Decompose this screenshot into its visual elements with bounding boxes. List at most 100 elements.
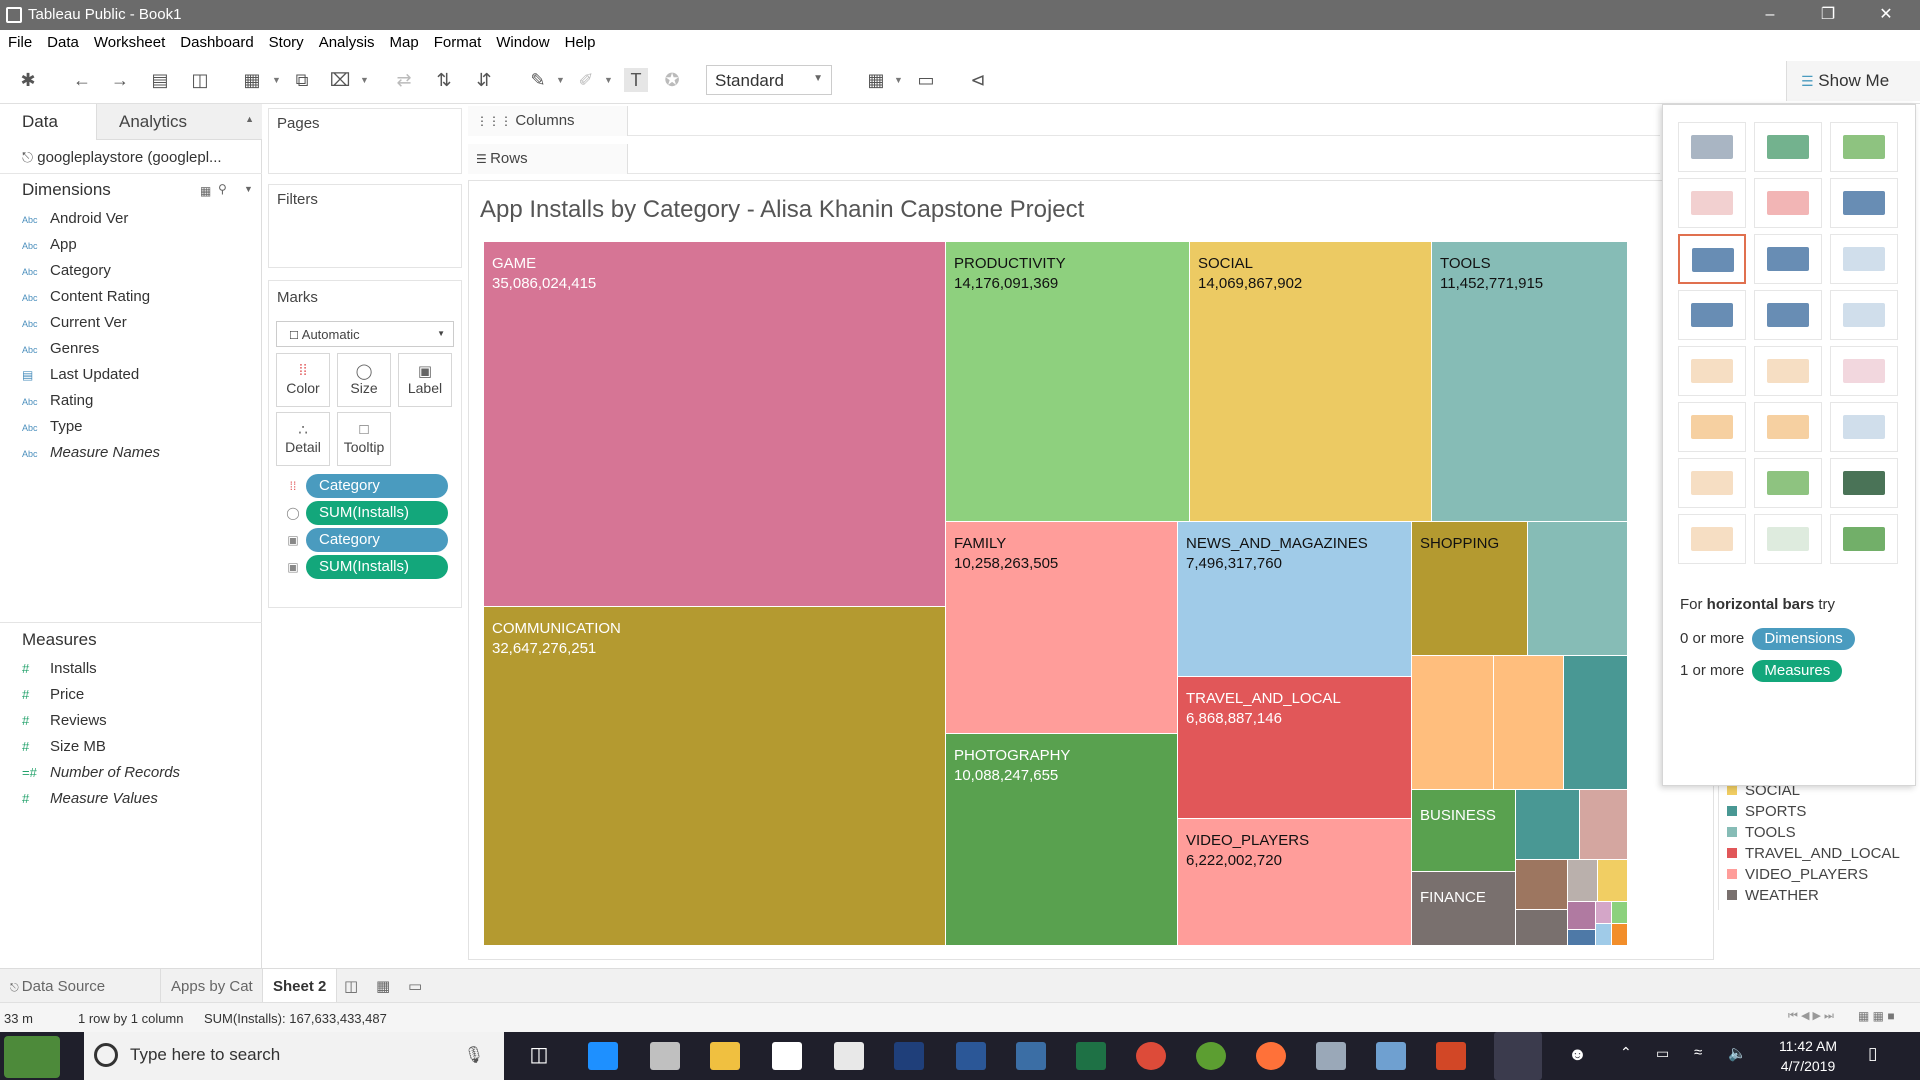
treemap-tile-small[interactable]	[1612, 902, 1628, 924]
treemap-tile-small[interactable]	[1516, 910, 1568, 946]
photos-icon[interactable]	[1316, 1042, 1346, 1070]
treemap-tile-game[interactable]: GAME 35,086,024,415	[484, 242, 946, 607]
measure-field[interactable]: # Price	[22, 686, 84, 712]
data-source-tab[interactable]: ⎋ Data Source	[0, 969, 115, 1003]
menu-story[interactable]: Story	[261, 30, 311, 51]
measure-field[interactable]: =# Number of Records	[22, 764, 180, 790]
show-labels-icon[interactable]: T	[624, 68, 648, 92]
people-icon[interactable]: ☻	[1568, 1044, 1587, 1065]
treemap-tile-family[interactable]: FAMILY 10,258,263,505	[946, 522, 1178, 734]
treemap-tile-news-and-magazines[interactable]: NEWS_AND_MAGAZINES 7,496,317,760	[1178, 522, 1412, 677]
show-me-heat-map[interactable]	[1754, 122, 1822, 172]
show-me-text-table[interactable]	[1678, 122, 1746, 172]
dimension-field[interactable]: Abc Rating	[22, 392, 93, 418]
tab-data[interactable]: Data	[0, 104, 96, 140]
label-button[interactable]: ▣ Label	[398, 353, 452, 407]
volume-icon[interactable]: 🔈	[1728, 1044, 1747, 1062]
treemap-tile-finance[interactable]: FINANCE	[1412, 872, 1516, 946]
clock[interactable]: 11:42 AM 4/7/2019	[1768, 1036, 1848, 1076]
menu-data[interactable]: Data	[39, 30, 86, 51]
clear-sheet-icon[interactable]: ⌧	[328, 68, 352, 92]
show-me-area-continuous[interactable]	[1678, 402, 1746, 452]
show-me-lines-discrete[interactable]	[1754, 346, 1822, 396]
show-me-box-and-whisker[interactable]	[1830, 458, 1898, 508]
show-me-circle-views[interactable]	[1754, 290, 1822, 340]
legend-item[interactable]: TOOLS	[1727, 824, 1796, 844]
measure-field[interactable]: # Measure Values	[22, 790, 158, 816]
undo-icon[interactable]: ←	[70, 68, 94, 92]
datasource-row[interactable]: ⎋ googleplaystore (googlepl...	[0, 140, 262, 174]
search-icon[interactable]: ⚲	[218, 182, 227, 196]
powerpoint-icon[interactable]	[1436, 1042, 1466, 1070]
treemap-tile-productivity[interactable]: PRODUCTIVITY 14,176,091,369	[946, 242, 1190, 522]
taskbar-search[interactable]: Type here to search 🎙	[84, 1032, 504, 1080]
task-view-icon[interactable]: ◫	[524, 1042, 554, 1070]
legend-item[interactable]: VIDEO_PLAYERS	[1727, 866, 1868, 886]
save-icon[interactable]: ▤	[148, 68, 172, 92]
pages-card[interactable]: Pages	[268, 108, 462, 174]
legend-item[interactable]: SPORTS	[1727, 803, 1806, 823]
restore-icon[interactable]: ❐	[1800, 0, 1856, 30]
group-members-icon[interactable]: ✐	[574, 68, 598, 92]
treemap-tile-small[interactable]	[1596, 924, 1612, 946]
chrome-icon[interactable]	[1136, 1042, 1166, 1070]
tableau-desktop-icon[interactable]	[1016, 1042, 1046, 1070]
show-me-scatter-plot[interactable]	[1678, 458, 1746, 508]
show-me-dual-lines[interactable]	[1830, 346, 1898, 396]
legend-item[interactable]: WEATHER	[1727, 887, 1819, 907]
mark-type-dropdown[interactable]: ☐ Automatic ▼	[276, 321, 454, 347]
treemap-tile-small[interactable]	[1598, 860, 1628, 902]
show-me-filled-map[interactable]	[1754, 178, 1822, 228]
menu-window[interactable]: Window	[488, 30, 556, 51]
show-me-button[interactable]: ☰ Show Me	[1786, 61, 1920, 101]
dimension-field[interactable]: Abc Android Ver	[22, 210, 128, 236]
new-worksheet-icon[interactable]: ▦	[240, 68, 264, 92]
swap-rows-columns-icon[interactable]: ⇄	[392, 68, 416, 92]
view-mode-icon[interactable]: ▦ ▦ ■	[1858, 1009, 1895, 1023]
redo-icon[interactable]: →	[108, 68, 132, 92]
show-me-dual-combination[interactable]	[1830, 402, 1898, 452]
treemap-tile-tools[interactable]: TOOLS 11,452,771,915	[1432, 242, 1628, 522]
notifications-icon[interactable]: ▯	[1868, 1044, 1877, 1064]
wifi-icon[interactable]: ≈	[1694, 1044, 1702, 1061]
installs-size-pill[interactable]: SUM(Installs)	[306, 501, 448, 525]
treemap-tile-small[interactable]	[1568, 930, 1596, 946]
chevron-down-icon[interactable]: ▼	[244, 184, 253, 194]
share-icon[interactable]: ⊲	[966, 68, 990, 92]
show-me-symbol-map[interactable]	[1678, 178, 1746, 228]
new-worksheet-dropdown-icon[interactable]: ▼	[272, 72, 282, 88]
menu-map[interactable]: Map	[382, 30, 426, 51]
treemap-tile-small[interactable]	[1564, 656, 1628, 790]
tab-analytics[interactable]: Analytics ▲	[96, 104, 262, 140]
legend-item[interactable]: TRAVEL_AND_LOCAL	[1727, 845, 1900, 865]
menu-dashboard[interactable]: Dashboard	[172, 30, 260, 51]
columns-shelf[interactable]: ⋮⋮⋮ Columns	[468, 106, 1660, 136]
r-studio-icon[interactable]	[894, 1042, 924, 1070]
battery-icon[interactable]: ▭	[1656, 1045, 1669, 1062]
category-label-pill[interactable]: Category	[306, 528, 448, 552]
treemap-tile-small[interactable]	[1568, 902, 1596, 930]
treemap-tile-small[interactable]	[1612, 924, 1628, 946]
filters-card[interactable]: Filters	[268, 184, 462, 268]
color-button[interactable]: ⁞⁞ Color	[276, 353, 330, 407]
category-color-pill[interactable]: Category	[306, 474, 448, 498]
treemap-tile-video-players[interactable]: VIDEO_PLAYERS 6,222,002,720	[1178, 819, 1412, 946]
sort-ascending-icon[interactable]: ⇅	[432, 68, 456, 92]
presentation-mode-icon[interactable]: ▭	[914, 68, 938, 92]
show-me-histogram[interactable]	[1754, 458, 1822, 508]
minimize-icon[interactable]: –	[1742, 0, 1798, 30]
show-cards-dropdown-icon[interactable]: ▼	[894, 72, 904, 88]
treemap-tile-small[interactable]	[1516, 860, 1568, 910]
sheet-tab-active[interactable]: Sheet 2	[262, 969, 338, 1003]
sheet-tab[interactable]: Apps by Cat	[160, 969, 263, 1003]
menu-format[interactable]: Format	[426, 30, 489, 51]
treemap-tile-small[interactable]	[1494, 656, 1564, 790]
word-icon[interactable]	[956, 1042, 986, 1070]
menu-worksheet[interactable]: Worksheet	[86, 30, 172, 51]
highlight-dropdown-icon[interactable]: ▼	[556, 72, 566, 88]
fix-axes-icon[interactable]: ✪	[660, 68, 684, 92]
chevron-up-icon[interactable]: ⌃	[1620, 1044, 1632, 1061]
close-icon[interactable]: ✕	[1858, 0, 1914, 30]
treemap-tile-small[interactable]	[1580, 790, 1628, 860]
group-dropdown-icon[interactable]: ▼	[604, 72, 614, 88]
